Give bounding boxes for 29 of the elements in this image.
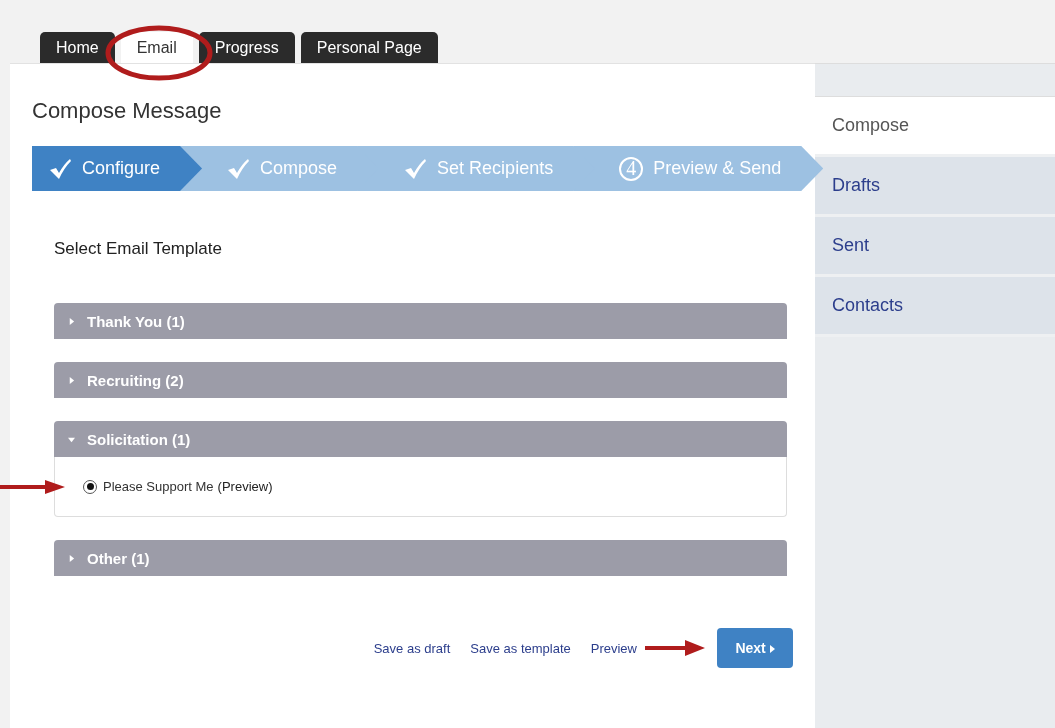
nav-tab[interactable]: Email (120, 32, 193, 63)
section-label: Select Email Template (54, 239, 223, 259)
preview-link[interactable]: (Preview) (217, 479, 273, 494)
nav-tab[interactable]: Home (40, 32, 115, 63)
annotation-arrow (645, 640, 705, 656)
nav-tab[interactable]: Personal Page (300, 32, 438, 63)
caret-icon (68, 376, 75, 384)
caret-icon (769, 645, 775, 653)
sidebar-item[interactable]: Sent (815, 217, 1055, 277)
next-button[interactable]: Next (717, 628, 793, 668)
wizard-step: Configure (32, 146, 203, 191)
sidebar-item[interactable]: Compose (815, 97, 1055, 157)
caret-icon (68, 554, 75, 562)
action-link[interactable]: Preview (590, 640, 637, 656)
check-icon (226, 157, 251, 180)
sidebar-item[interactable]: Contacts (815, 277, 1055, 337)
page-title: Compose Message (32, 98, 223, 124)
action-link[interactable]: Save as draft (373, 640, 451, 656)
wizard-step: 4 Preview & Send (573, 146, 824, 191)
nav-tab[interactable]: Progress (198, 32, 295, 63)
annotation-arrow (0, 480, 65, 494)
check-icon (48, 157, 72, 180)
step-number: 4 (619, 156, 644, 181)
check-icon (403, 157, 428, 180)
caret-icon (68, 435, 75, 443)
template-option: Please Support Me (103, 479, 214, 494)
sidebar-item[interactable]: Drafts (815, 157, 1055, 217)
action-link[interactable]: Save as template (470, 640, 571, 656)
caret-icon (68, 317, 75, 325)
